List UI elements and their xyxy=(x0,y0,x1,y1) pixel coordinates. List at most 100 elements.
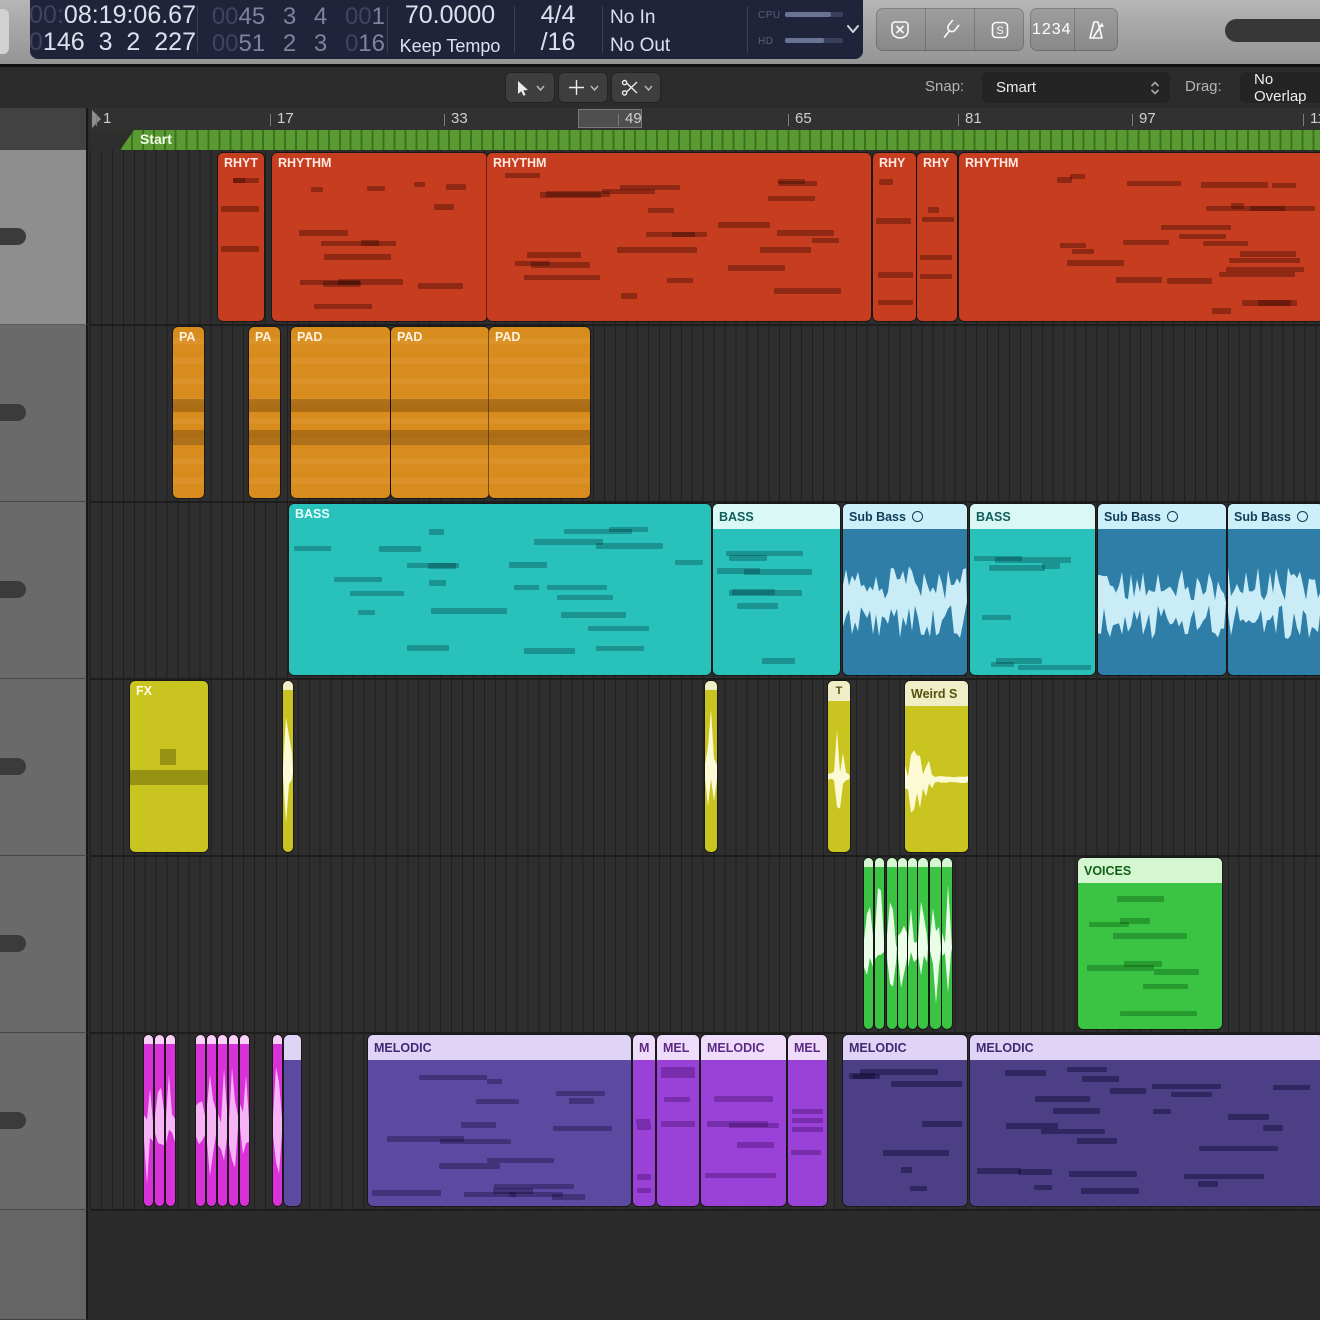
lcd-chevron-down-icon[interactable] xyxy=(846,22,860,36)
region-rhythm[interactable]: RHYTHM xyxy=(487,153,871,322)
region-label: PAD xyxy=(297,330,322,344)
control-bar-edge-button[interactable] xyxy=(0,9,9,54)
track-header-pad[interactable] xyxy=(0,325,88,502)
region-melodic[interactable]: MELODIC xyxy=(843,1035,967,1206)
region-voices[interactable]: VOICES xyxy=(1078,858,1222,1029)
track-header-voices[interactable] xyxy=(0,856,88,1033)
snap-dropdown[interactable]: Smart xyxy=(982,72,1170,103)
lcd-time-signature[interactable]: 4/4 xyxy=(514,2,602,29)
region-mel[interactable]: MEL xyxy=(788,1035,827,1206)
track-header-empty[interactable] xyxy=(0,1210,88,1320)
region-green-clip[interactable] xyxy=(918,858,928,1029)
region-magenta-clip[interactable] xyxy=(144,1035,153,1206)
tuner-button[interactable] xyxy=(925,8,975,51)
region-bass[interactable]: BASS xyxy=(970,504,1095,675)
region-green-clip[interactable] xyxy=(942,858,952,1029)
ruler-bar-number: 33 xyxy=(451,110,468,127)
region-weird-s[interactable]: Weird S xyxy=(905,681,968,852)
region-sub-bass[interactable]: Sub Bass xyxy=(1098,504,1226,675)
region-darkPurple-clip[interactable] xyxy=(284,1035,301,1206)
left-click-tool-button[interactable] xyxy=(505,72,555,103)
region-melodic[interactable]: MELODIC xyxy=(368,1035,631,1206)
region-magenta-clip[interactable] xyxy=(207,1035,216,1206)
region-header: Sub Bass xyxy=(1228,504,1320,529)
region-m[interactable]: M xyxy=(633,1035,655,1206)
hd-meter-label: HD xyxy=(758,36,773,47)
region-bass[interactable]: BASS xyxy=(289,504,711,675)
region-yellow-clip[interactable] xyxy=(705,681,717,852)
region-magenta-clip[interactable] xyxy=(273,1035,282,1206)
lcd-tempo-value[interactable]: 70.0000 xyxy=(387,2,513,29)
region-pad[interactable]: PAD xyxy=(391,327,489,498)
region-green-clip[interactable] xyxy=(875,858,884,1029)
region-magenta-clip[interactable] xyxy=(155,1035,164,1206)
audio-waveform xyxy=(828,681,850,852)
marker-lane[interactable]: Start xyxy=(90,130,1320,150)
region-rhythm[interactable]: RHYTHM xyxy=(959,153,1320,322)
solo-button[interactable]: S xyxy=(974,8,1024,51)
region-green-clip[interactable] xyxy=(930,858,941,1029)
playhead-marker-icon[interactable] xyxy=(91,110,103,128)
bar-ruler[interactable]: 1173349658197113 xyxy=(90,108,1320,130)
track-header-rhythm[interactable] xyxy=(0,150,88,325)
start-marker-label: Start xyxy=(140,131,172,147)
region-pad[interactable]: PAD xyxy=(291,327,390,498)
lcd-division[interactable]: /16 xyxy=(514,29,602,56)
region-label: RHYT xyxy=(224,156,258,170)
audio-waveform xyxy=(905,681,968,852)
metronome-icon xyxy=(1084,18,1108,42)
region-rhyt[interactable]: RHYT xyxy=(218,153,264,322)
region-magenta-clip[interactable] xyxy=(196,1035,205,1206)
lcd-smpte-position: 00:08:19:06.67 xyxy=(29,2,196,29)
region-rhy[interactable]: RHY xyxy=(873,153,916,322)
metronome-button[interactable] xyxy=(1074,8,1119,51)
count-in-button[interactable]: 1234 xyxy=(1030,8,1074,51)
region-label: Sub Bass xyxy=(1234,510,1291,524)
region-sub-bass[interactable]: Sub Bass xyxy=(1228,504,1320,675)
third-tool-button[interactable] xyxy=(611,72,661,103)
track-color-pill xyxy=(0,228,26,245)
region-label: PA xyxy=(179,330,195,344)
master-volume-slider[interactable] xyxy=(1225,19,1320,42)
region-rhy[interactable]: RHY xyxy=(917,153,957,322)
scissors-tool-icon xyxy=(620,79,639,97)
midi-panic-button[interactable] xyxy=(876,8,925,51)
region-yellow-clip[interactable] xyxy=(283,681,293,852)
pad-texture xyxy=(489,327,590,498)
region-melodic[interactable]: MELODIC xyxy=(701,1035,786,1206)
lcd-tempo-mode[interactable]: Keep Tempo xyxy=(387,33,513,60)
track-header-melodic[interactable] xyxy=(0,1033,88,1210)
track-header-fx[interactable] xyxy=(0,679,88,856)
hd-meter xyxy=(785,38,843,43)
region-green-clip[interactable] xyxy=(898,858,907,1029)
region-pa[interactable]: PA xyxy=(173,327,204,498)
region-header: Sub Bass xyxy=(1098,504,1226,529)
tracks-area[interactable]: RHYTRHYTHMRHYTHMRHYRHYRHYTHMPAPAPADPADPA… xyxy=(90,150,1320,1320)
region-header: MELODIC xyxy=(701,1035,786,1060)
region-fx[interactable]: FX xyxy=(130,681,208,852)
region-magenta-clip[interactable] xyxy=(240,1035,249,1206)
region-green-clip[interactable] xyxy=(908,858,917,1029)
region-green-clip[interactable] xyxy=(887,858,897,1029)
lcd-display[interactable]: 00:08:19:06.67 0146 3 2 227 0045 3 4 001… xyxy=(30,0,863,59)
track-header-bass[interactable] xyxy=(0,502,88,679)
region-pa[interactable]: PA xyxy=(249,327,280,498)
region-green-clip[interactable] xyxy=(864,858,873,1029)
region-mel[interactable]: MEL xyxy=(657,1035,699,1206)
drag-dropdown[interactable]: No Overlap xyxy=(1240,72,1320,103)
region-magenta-clip[interactable] xyxy=(229,1035,238,1206)
command-click-tool-button[interactable] xyxy=(558,72,608,103)
track-color-pill xyxy=(0,581,26,598)
region-label: RHY xyxy=(923,156,949,170)
region-pad[interactable]: PAD xyxy=(489,327,590,498)
region-rhythm[interactable]: RHYTHM xyxy=(272,153,487,322)
region-t[interactable]: T xyxy=(828,681,850,852)
region-melodic[interactable]: MELODIC xyxy=(970,1035,1320,1206)
region-bass[interactable]: BASS xyxy=(713,504,840,675)
region-header xyxy=(218,1035,227,1044)
chevron-down-icon xyxy=(536,85,545,91)
region-magenta-clip[interactable] xyxy=(218,1035,227,1206)
region-sub-bass[interactable]: Sub Bass xyxy=(843,504,967,675)
lane-separator xyxy=(90,855,1320,857)
region-magenta-clip[interactable] xyxy=(166,1035,175,1206)
